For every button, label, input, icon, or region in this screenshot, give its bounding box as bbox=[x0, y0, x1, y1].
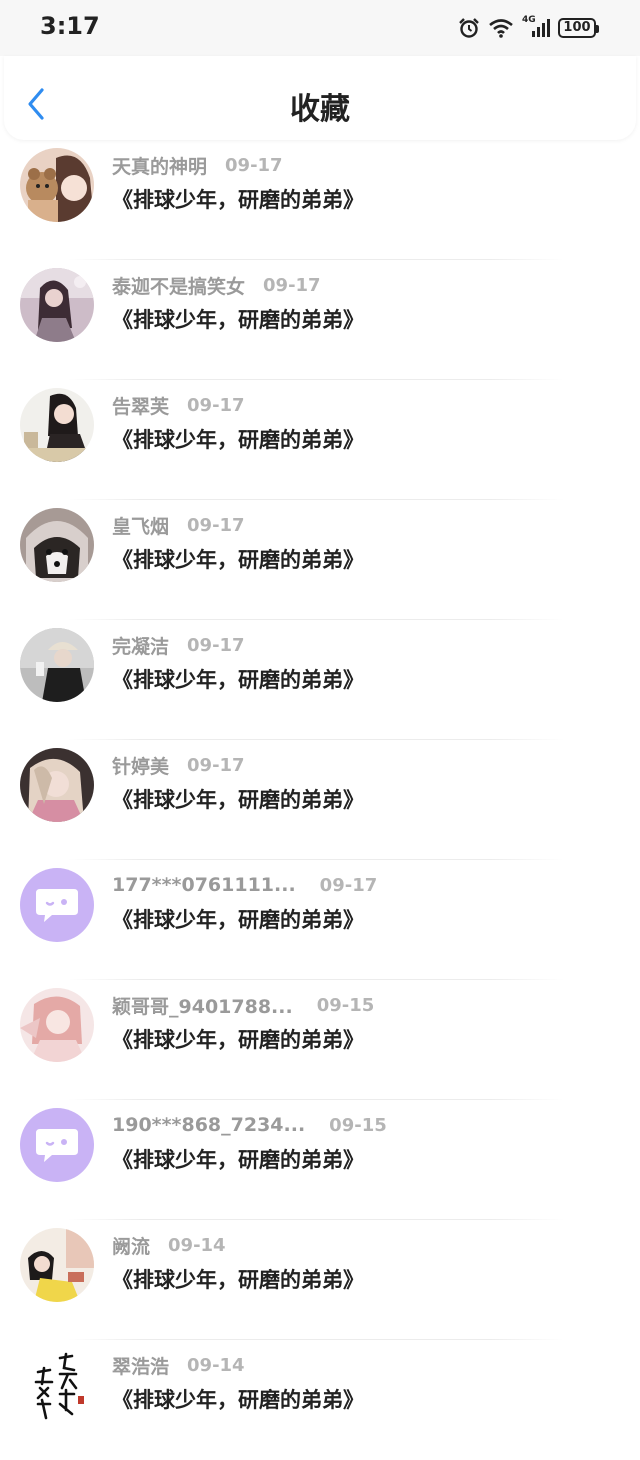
battery-level: 100 bbox=[563, 20, 591, 35]
meta-line: 皇飞烟 09-17 bbox=[112, 510, 245, 540]
meta-line: 完凝洁 09-17 bbox=[112, 630, 245, 660]
meta-line: 阙流 09-14 bbox=[112, 1230, 226, 1260]
wifi-icon bbox=[488, 17, 514, 39]
avatar[interactable] bbox=[20, 1348, 94, 1422]
list-item[interactable]: 阙流 09-14 《排球少年，研磨的弟弟》 bbox=[0, 1220, 640, 1340]
list-item[interactable]: 颖哥哥_9401788... 09-15 《排球少年，研磨的弟弟》 bbox=[0, 980, 640, 1100]
list-item[interactable]: 190***868_7234... 09-15 《排球少年，研磨的弟弟》 bbox=[0, 1100, 640, 1220]
avatar[interactable] bbox=[20, 1228, 94, 1302]
username[interactable]: 翠浩浩 bbox=[112, 1352, 169, 1379]
list-item[interactable]: 完凝洁 09-17 《排球少年，研磨的弟弟》 bbox=[0, 620, 640, 740]
date: 09-15 bbox=[329, 1114, 387, 1136]
date: 09-17 bbox=[263, 274, 321, 296]
date: 09-17 bbox=[225, 154, 283, 176]
cellular-icon: 4G bbox=[522, 15, 550, 39]
avatar-image bbox=[20, 748, 94, 822]
list-item[interactable]: 针婷美 09-17 《排球少年，研磨的弟弟》 bbox=[0, 740, 640, 860]
meta-line: 针婷美 09-17 bbox=[112, 750, 245, 780]
avatar-image bbox=[20, 388, 94, 462]
collection-title[interactable]: 《排球少年，研磨的弟弟》 bbox=[112, 664, 364, 694]
date: 09-17 bbox=[187, 394, 245, 416]
favorites-list: 天真的神明 09-17 《排球少年，研磨的弟弟》 泰迦不是搞笑女 09-17 《… bbox=[0, 140, 640, 1460]
alarm-icon bbox=[458, 17, 480, 39]
page-title: 收藏 bbox=[290, 92, 350, 127]
chat-bubble-icon bbox=[36, 1129, 78, 1162]
meta-line: 泰迦不是搞笑女 09-17 bbox=[112, 270, 321, 300]
collection-title[interactable]: 《排球少年，研磨的弟弟》 bbox=[112, 184, 364, 214]
list-item[interactable]: 翠浩浩 09-14 《排球少年，研磨的弟弟》 bbox=[0, 1340, 640, 1460]
avatar[interactable] bbox=[20, 1108, 94, 1182]
avatar-image bbox=[20, 628, 94, 702]
collection-title[interactable]: 《排球少年，研磨的弟弟》 bbox=[112, 1264, 364, 1294]
username[interactable]: 190***868_7234... bbox=[112, 1114, 305, 1136]
avatar[interactable] bbox=[20, 388, 94, 462]
status-bar: 3:17 4G 100 bbox=[0, 0, 640, 56]
username[interactable]: 177***0761111... bbox=[112, 874, 296, 896]
list-item[interactable]: 天真的神明 09-17 《排球少年，研磨的弟弟》 bbox=[0, 140, 640, 260]
list-item[interactable]: 泰迦不是搞笑女 09-17 《排球少年，研磨的弟弟》 bbox=[0, 260, 640, 380]
calligraphy-avatar-image bbox=[20, 1348, 94, 1422]
username[interactable]: 皇飞烟 bbox=[112, 512, 169, 539]
battery-icon: 100 bbox=[558, 18, 599, 38]
list-item[interactable]: 177***0761111... 09-17 《排球少年，研磨的弟弟》 bbox=[0, 860, 640, 980]
username[interactable]: 颖哥哥_9401788... bbox=[112, 992, 293, 1019]
collection-title[interactable]: 《排球少年，研磨的弟弟》 bbox=[112, 304, 364, 334]
avatar-image bbox=[20, 148, 94, 222]
date: 09-17 bbox=[187, 634, 245, 656]
username[interactable]: 泰迦不是搞笑女 bbox=[112, 272, 245, 299]
chat-bubble-icon bbox=[36, 889, 78, 922]
status-time: 3:17 bbox=[40, 12, 100, 40]
meta-line: 颖哥哥_9401788... 09-15 bbox=[112, 990, 374, 1020]
username[interactable]: 天真的神明 bbox=[112, 152, 207, 179]
meta-line: 翠浩浩 09-14 bbox=[112, 1350, 245, 1380]
meta-line: 177***0761111... 09-17 bbox=[112, 870, 377, 900]
date: 09-15 bbox=[316, 994, 375, 1016]
avatar-image bbox=[20, 988, 94, 1062]
meta-line: 天真的神明 09-17 bbox=[112, 150, 283, 180]
collection-title[interactable]: 《排球少年，研磨的弟弟》 bbox=[112, 424, 364, 454]
avatar[interactable] bbox=[20, 868, 94, 942]
collection-title[interactable]: 《排球少年，研磨的弟弟》 bbox=[112, 1024, 364, 1054]
avatar-image bbox=[20, 1228, 94, 1302]
meta-line: 190***868_7234... 09-15 bbox=[112, 1110, 387, 1140]
username[interactable]: 针婷美 bbox=[112, 752, 169, 779]
username[interactable]: 阙流 bbox=[112, 1232, 150, 1259]
header: 收藏 bbox=[4, 56, 636, 140]
meta-line: 告翠芙 09-17 bbox=[112, 390, 245, 420]
collection-title[interactable]: 《排球少年，研磨的弟弟》 bbox=[112, 904, 364, 934]
avatar[interactable] bbox=[20, 628, 94, 702]
list-item[interactable]: 告翠芙 09-17 《排球少年，研磨的弟弟》 bbox=[0, 380, 640, 500]
status-icons: 4G 100 bbox=[458, 15, 599, 40]
avatar[interactable] bbox=[20, 268, 94, 342]
date: 09-17 bbox=[187, 514, 245, 536]
avatar[interactable] bbox=[20, 748, 94, 822]
avatar-image bbox=[20, 508, 94, 582]
collection-title[interactable]: 《排球少年，研磨的弟弟》 bbox=[112, 784, 364, 814]
avatar[interactable] bbox=[20, 508, 94, 582]
date: 09-14 bbox=[168, 1234, 226, 1256]
list-item[interactable]: 皇飞烟 09-17 《排球少年，研磨的弟弟》 bbox=[0, 500, 640, 620]
username[interactable]: 告翠芙 bbox=[112, 392, 169, 419]
avatar[interactable] bbox=[20, 148, 94, 222]
date: 09-17 bbox=[319, 874, 378, 896]
date: 09-14 bbox=[187, 1354, 245, 1376]
collection-title[interactable]: 《排球少年，研磨的弟弟》 bbox=[112, 1144, 364, 1174]
avatar-image bbox=[20, 268, 94, 342]
collection-title[interactable]: 《排球少年，研磨的弟弟》 bbox=[112, 1384, 364, 1414]
collection-title[interactable]: 《排球少年，研磨的弟弟》 bbox=[112, 544, 364, 574]
username[interactable]: 完凝洁 bbox=[112, 632, 169, 659]
date: 09-17 bbox=[187, 754, 245, 776]
avatar[interactable] bbox=[20, 988, 94, 1062]
